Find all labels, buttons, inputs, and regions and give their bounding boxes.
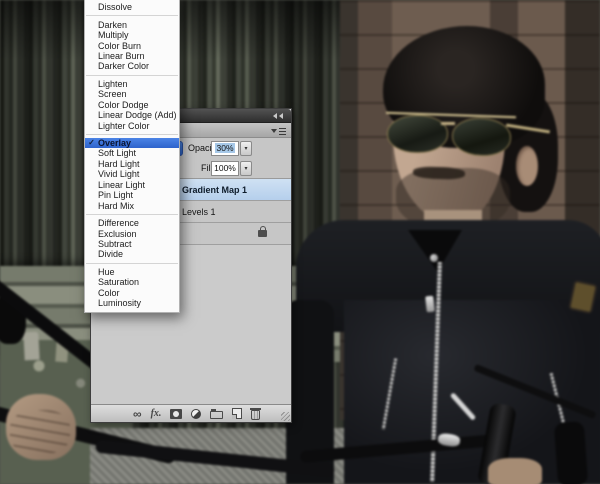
blend-mode-option[interactable]: Linear Burn: [85, 51, 179, 61]
fill-value: 100%: [214, 163, 236, 173]
fill-input[interactable]: 100%: [211, 161, 239, 176]
blend-mode-label: Linear Light: [98, 180, 145, 190]
blend-mode-label: Difference: [98, 218, 139, 228]
photo-zipper-pull: [425, 296, 435, 313]
blend-mode-option[interactable]: Dissolve: [85, 2, 179, 12]
blend-mode-option[interactable]: Color: [85, 288, 179, 298]
photo-sunglasses-lens: [387, 115, 448, 153]
blend-mode-option[interactable]: Lighter Color: [85, 120, 179, 130]
check-icon: [85, 138, 98, 148]
blend-mode-option[interactable]: Hard Mix: [85, 200, 179, 210]
blend-mode-option[interactable]: Darken: [85, 19, 179, 29]
blend-mode-option[interactable]: Color Dodge: [85, 100, 179, 110]
photo-handlebar-riser: [554, 421, 588, 484]
blend-mode-option: [86, 134, 178, 135]
blend-mode-option[interactable]: Hue: [85, 267, 179, 277]
blend-mode-option[interactable]: Multiply: [85, 30, 179, 40]
blend-mode-label: Color Burn: [98, 41, 141, 51]
blend-mode-option[interactable]: Saturation: [85, 277, 179, 287]
panel-resize-grip[interactable]: [281, 412, 290, 421]
lock-icon: [258, 230, 267, 237]
blend-mode-label: Linear Burn: [98, 51, 145, 61]
delete-layer-icon[interactable]: [251, 410, 260, 420]
blend-mode-label: Linear Dodge (Add): [98, 110, 177, 120]
opacity-input[interactable]: 30%: [211, 141, 239, 156]
photo-gravestone: [23, 332, 39, 361]
blend-mode-label: Soft Light: [98, 148, 136, 158]
photo-hand-fingers: [10, 410, 70, 454]
photo-collar-snap: [430, 254, 438, 262]
blend-mode-option[interactable]: Overlay: [85, 138, 179, 148]
new-layer-icon[interactable]: [232, 408, 242, 419]
blend-mode-label: Subtract: [98, 239, 132, 249]
layer-style-fx-icon[interactable]: fx.: [151, 409, 162, 419]
blend-mode-option[interactable]: Linear Dodge (Add): [85, 110, 179, 120]
photo-sunglasses-bridge: [441, 122, 455, 125]
blend-mode-label: Color Dodge: [98, 100, 149, 110]
new-adjustment-layer-icon[interactable]: [191, 409, 201, 419]
panel-toolbar: ∞ fx.: [91, 404, 291, 422]
blend-mode-label: Dissolve: [98, 2, 132, 12]
photo-right-hand: [488, 458, 542, 484]
blend-mode-option[interactable]: Vivid Light: [85, 169, 179, 179]
link-layers-icon[interactable]: ∞: [133, 409, 142, 419]
add-layer-mask-icon[interactable]: [170, 409, 182, 419]
blend-mode-label: Lighten: [98, 79, 128, 89]
opacity-stepper-icon[interactable]: [240, 141, 252, 156]
blend-mode-option[interactable]: Color Burn: [85, 40, 179, 50]
screenshot-stage: Opacity: 30% Fill: 100% Gradient Map 1 L…: [0, 0, 600, 484]
blend-mode-option[interactable]: Exclusion: [85, 228, 179, 238]
blend-mode-label: Darker Color: [98, 61, 149, 71]
blend-mode-label: Exclusion: [98, 229, 137, 239]
new-group-icon[interactable]: [210, 411, 223, 419]
collapse-dock-icon[interactable]: [273, 113, 285, 119]
blend-mode-label: Color: [98, 288, 120, 298]
blend-mode-option: [86, 75, 178, 76]
blend-mode-label: Pin Light: [98, 190, 133, 200]
blend-mode-label: Hard Light: [98, 159, 140, 169]
blend-mode-option[interactable]: Screen: [85, 89, 179, 99]
blend-mode-option[interactable]: Subtract: [85, 239, 179, 249]
blend-mode-label: Hard Mix: [98, 201, 134, 211]
blend-mode-option[interactable]: Linear Light: [85, 180, 179, 190]
blend-mode-option[interactable]: Luminosity: [85, 298, 179, 308]
panel-menu-icon[interactable]: [271, 127, 286, 135]
fill-stepper-icon[interactable]: [240, 161, 252, 176]
blend-mode-option[interactable]: Darker Color: [85, 61, 179, 71]
blend-mode-label: Multiply: [98, 30, 129, 40]
blend-mode-option: [86, 15, 178, 16]
blend-mode-label: Hue: [98, 267, 115, 277]
blend-mode-option[interactable]: Pin Light: [85, 190, 179, 200]
blend-mode-option[interactable]: Difference: [85, 218, 179, 228]
blend-mode-label: Darken: [98, 20, 127, 30]
blend-mode-label: Saturation: [98, 277, 139, 287]
blend-mode-label: Lighter Color: [98, 121, 150, 131]
blend-mode-label: Divide: [98, 249, 123, 259]
blend-mode-label: Vivid Light: [98, 169, 139, 179]
blend-mode-option[interactable]: Lighten: [85, 79, 179, 89]
blend-mode-option[interactable]: Divide: [85, 249, 179, 259]
blend-mode-label: Screen: [98, 89, 127, 99]
blend-mode-menu: Dissolve Darken Multiply Color Burn: [84, 0, 180, 313]
blend-mode-option[interactable]: Hard Light: [85, 159, 179, 169]
photo-man-ear: [516, 146, 538, 186]
opacity-value: 30%: [215, 143, 234, 153]
blend-mode-label: Luminosity: [98, 298, 141, 308]
blend-mode-option: [86, 263, 178, 264]
blend-mode-option[interactable]: Soft Light: [85, 148, 179, 158]
blend-mode-option: [86, 214, 178, 215]
blend-mode-label: Overlay: [98, 138, 131, 148]
